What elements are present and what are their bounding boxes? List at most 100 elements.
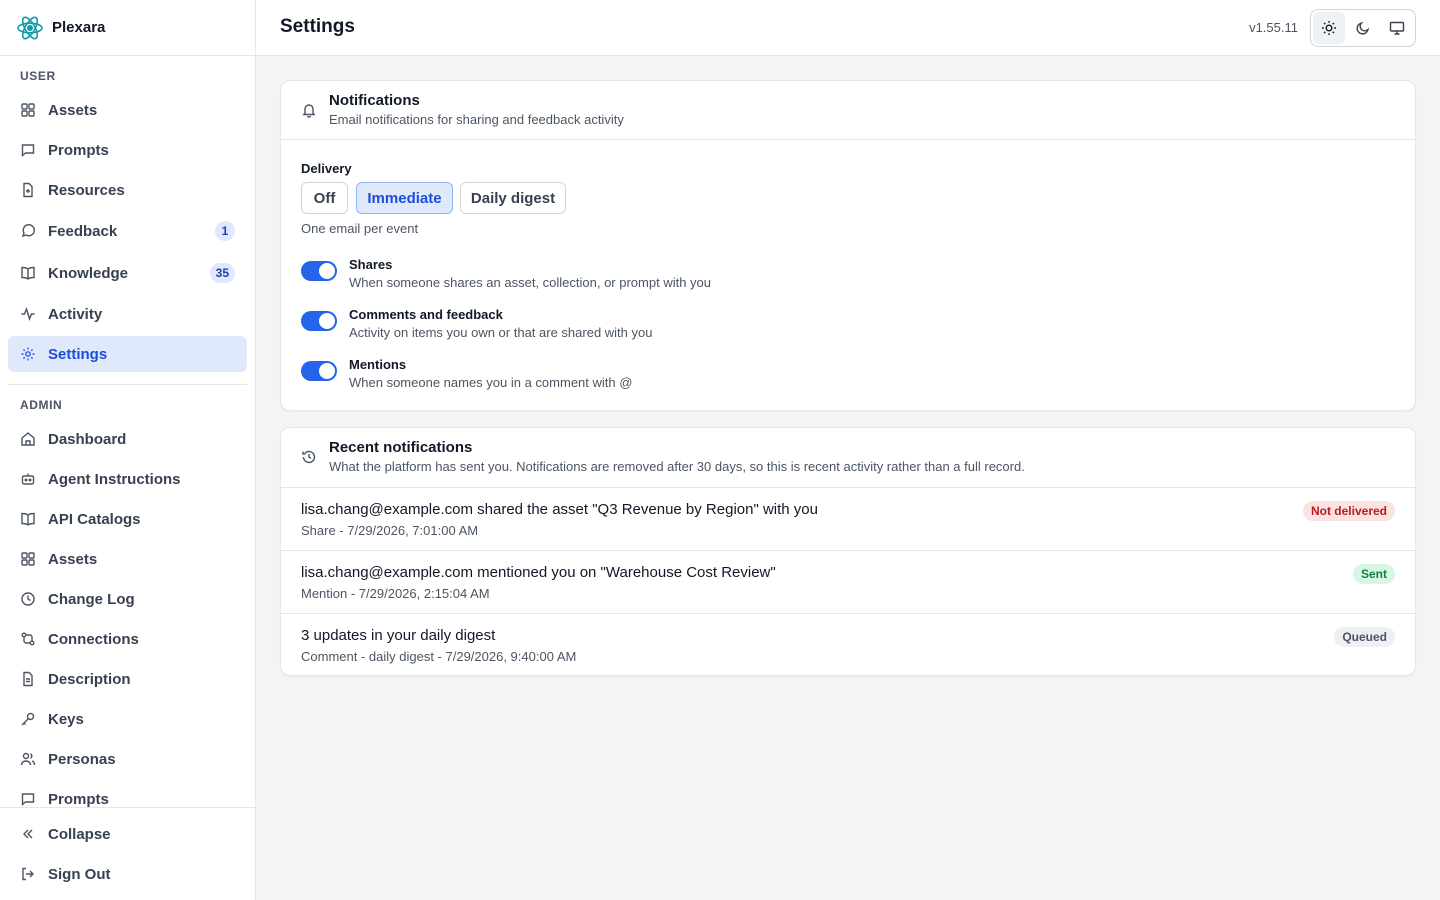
sidebar-item-label: Prompts — [48, 141, 109, 159]
file-text-icon — [20, 671, 36, 687]
notification-message: 3 updates in your daily digest — [301, 627, 496, 644]
log-out-icon — [20, 866, 36, 882]
sidebar-item-prompts[interactable]: Prompts — [8, 132, 247, 168]
sidebar-item-change-log[interactable]: Change Log — [8, 581, 247, 617]
mentions-toggle-row: Mentions When someone names you in a com… — [301, 357, 1001, 397]
sidebar-item-settings[interactable]: Settings — [8, 336, 247, 372]
book-open-icon — [20, 511, 36, 527]
recent-card-header: Recent notifications What the platform h… — [281, 428, 1415, 487]
recent-notifications-card: Recent notifications What the platform h… — [280, 427, 1416, 676]
sidebar-item-label: Activity — [48, 305, 103, 323]
light-theme-button[interactable] — [1313, 12, 1345, 44]
notifications-subtitle: Email notifications for sharing and feed… — [329, 112, 624, 127]
shares-desc: When someone shares an asset, collection… — [349, 275, 712, 290]
collapse-button[interactable]: Collapse — [8, 816, 247, 852]
system-theme-button[interactable] — [1381, 12, 1413, 44]
sidebar-item-label: Connections — [48, 630, 139, 648]
home-icon — [20, 431, 36, 447]
sidebar-item-personas[interactable]: Personas — [8, 741, 247, 777]
sidebar-item-label: Dashboard — [48, 430, 127, 448]
app-name: Plexara — [52, 19, 106, 36]
sidebar-item-agent-instructions[interactable]: Agent Instructions — [8, 461, 247, 497]
comments-title: Comments and feedback — [349, 307, 503, 322]
notifications-card-header: Notifications Email notifications for sh… — [281, 81, 1415, 140]
delivery-option-daily-digest[interactable]: Daily digest — [460, 182, 566, 214]
bot-icon — [20, 471, 36, 487]
sidebar-item-label: Assets — [48, 101, 98, 119]
moon-icon — [1355, 20, 1371, 36]
sidebar-item-label: Personas — [48, 750, 116, 768]
file-plus-icon — [20, 182, 36, 198]
brand[interactable]: Plexara — [0, 0, 255, 56]
sidebar-item-description[interactable]: Description — [8, 661, 247, 697]
users-icon — [20, 751, 36, 767]
delivery-hint: One email per event — [301, 221, 419, 236]
page-title: Settings — [280, 16, 355, 37]
sidebar-item-label: Description — [48, 670, 131, 688]
sidebar-item-label: Agent Instructions — [48, 470, 181, 488]
admin-section-label: ADMIN — [20, 398, 63, 412]
dark-theme-button[interactable] — [1347, 12, 1379, 44]
sidebar-item-keys[interactable]: Keys — [8, 701, 247, 737]
delivery-option-off[interactable]: Off — [301, 182, 348, 214]
monitor-icon — [1389, 20, 1405, 36]
message-square-icon — [20, 791, 36, 807]
clock-icon — [20, 591, 36, 607]
sidebar-item-knowledge[interactable]: Knowledge 35 — [8, 255, 247, 291]
message-circle-icon — [20, 223, 36, 239]
sidebar-item-admin-assets[interactable]: Assets — [8, 541, 247, 577]
sign-out-label: Sign Out — [48, 865, 111, 883]
sidebar-item-dashboard[interactable]: Dashboard — [8, 421, 247, 457]
delivery-label: Delivery — [301, 161, 352, 176]
notification-meta: Mention - 7/29/2026, 2:15:04 AM — [301, 586, 490, 601]
user-section-label: USER — [20, 69, 56, 83]
shares-toggle-row: Shares When someone shares an asset, col… — [301, 257, 1001, 297]
sidebar-divider — [8, 384, 247, 385]
shares-title: Shares — [349, 257, 393, 272]
notification-meta: Comment - daily digest - 7/29/2026, 9:40… — [301, 649, 577, 664]
sidebar-item-connections[interactable]: Connections — [8, 621, 247, 657]
sidebar-item-assets[interactable]: Assets — [8, 92, 247, 128]
recent-subtitle: What the platform has sent you. Notifica… — [329, 459, 1025, 474]
sidebar-item-label: Change Log — [48, 590, 135, 608]
top-header: Settings v1.55.11 — [256, 0, 1440, 56]
notification-row[interactable]: lisa.chang@example.com shared the asset … — [281, 487, 1415, 550]
grid-icon — [20, 102, 36, 118]
version-label: v1.55.11 — [1249, 20, 1298, 35]
notifications-title: Notifications — [329, 92, 420, 109]
knowledge-count-badge: 35 — [209, 263, 235, 283]
message-square-icon — [20, 142, 36, 158]
collapse-label: Collapse — [48, 825, 111, 843]
sidebar-item-api-catalogs[interactable]: API Catalogs — [8, 501, 247, 537]
book-open-icon — [20, 265, 36, 281]
notification-row[interactable]: lisa.chang@example.com mentioned you on … — [281, 550, 1415, 613]
activity-icon — [20, 306, 36, 322]
status-badge: Queued — [1334, 627, 1395, 647]
sidebar-item-label: Prompts — [48, 790, 109, 808]
theme-switcher — [1310, 9, 1416, 47]
notification-message: lisa.chang@example.com shared the asset … — [301, 501, 818, 518]
mentions-desc: When someone names you in a comment with… — [349, 375, 633, 390]
sidebar-item-feedback[interactable]: Feedback 1 — [8, 213, 247, 249]
sign-out-button[interactable]: Sign Out — [8, 856, 247, 892]
toggle-knob — [319, 313, 335, 329]
mentions-toggle[interactable] — [301, 361, 337, 381]
mentions-title: Mentions — [349, 357, 407, 372]
sidebar-item-label: Resources — [48, 181, 125, 199]
status-badge: Not delivered — [1302, 501, 1395, 521]
sidebar-item-activity[interactable]: Activity — [8, 296, 247, 332]
delivery-option-immediate[interactable]: Immediate — [356, 182, 453, 214]
sidebar-item-label: Feedback — [48, 222, 118, 240]
sidebar-item-resources[interactable]: Resources — [8, 172, 247, 208]
comments-desc: Activity on items you own or that are sh… — [349, 325, 653, 340]
bell-icon — [301, 102, 317, 118]
comments-toggle[interactable] — [301, 311, 337, 331]
key-icon — [20, 711, 36, 727]
chevrons-left-icon — [20, 826, 36, 842]
notification-meta: Share - 7/29/2026, 7:01:00 AM — [301, 523, 479, 538]
connection-icon — [20, 631, 36, 647]
notifications-card: Notifications Email notifications for sh… — [280, 80, 1416, 411]
notification-message: lisa.chang@example.com mentioned you on … — [301, 564, 776, 581]
notification-row[interactable]: 3 updates in your daily digest Comment -… — [281, 613, 1415, 676]
shares-toggle[interactable] — [301, 261, 337, 281]
